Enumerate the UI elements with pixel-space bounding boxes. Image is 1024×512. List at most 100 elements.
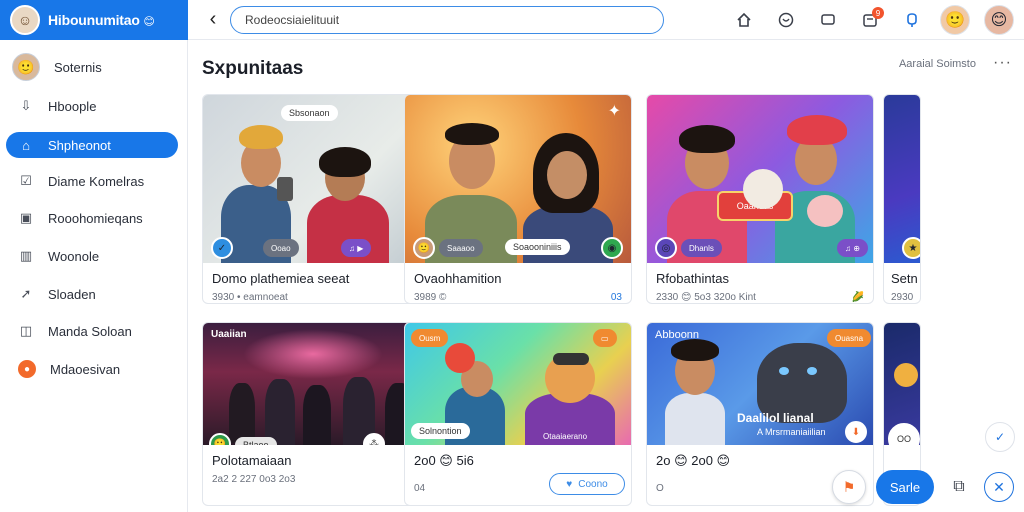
card-badge: OO: [888, 423, 920, 445]
sidebar-item-manda-soloan[interactable]: ◫ Manda Soloan: [6, 318, 178, 344]
profile-avatar[interactable]: 😊: [984, 5, 1014, 35]
user-avatar[interactable]: 🙂: [940, 5, 970, 35]
card-avatar: ★: [902, 237, 920, 259]
sidebar-item-label: Sloaden: [48, 286, 96, 302]
brand-title: Hibounumitao 😊: [48, 12, 155, 28]
card-bubble: Soaooniniiis: [505, 239, 570, 255]
card-tag: ♫ ▶: [341, 239, 372, 257]
card-thumbnail: Uaaiian ✕ 🙂 Btlaoo ⁂: [203, 323, 429, 445]
sort-label[interactable]: Aaraial Soimsto: [899, 58, 976, 70]
card-title: Domo plathemiea seeat: [212, 271, 350, 286]
back-arrow-icon[interactable]: ‹: [200, 7, 226, 33]
sidebar-item-shpheonot[interactable]: ⌂ Shpheonot: [6, 132, 178, 158]
card-overlay-title: Daalilol lianal: [737, 411, 814, 425]
card-title: Setn: [891, 271, 918, 286]
checkbox-icon: ☑: [20, 173, 32, 188]
content-card[interactable]: Uaaiian ✕ 🙂 Btlaoo ⁂ Polotamaiaan 2a2 2 …: [202, 322, 430, 506]
profile-icon: ◫: [19, 323, 33, 338]
sidebar-item-mdaoesivan[interactable]: ● Mdaoesivan: [6, 356, 178, 382]
search-input[interactable]: [245, 12, 663, 27]
more-options-icon[interactable]: ···: [993, 54, 1012, 72]
avatar: 🙂: [12, 53, 40, 81]
card-pill: Otaaiaerano: [535, 427, 596, 445]
save-button[interactable]: Sarle: [876, 470, 934, 504]
orange-circle-icon: ●: [18, 360, 36, 378]
notifications-icon[interactable]: 9: [856, 6, 884, 34]
rocket-icon: ➚: [20, 286, 32, 301]
content-card[interactable]: Oaahuas ◎ Dhanls ♫ ⊕ Rfobathintas 2330 😊…: [646, 94, 874, 304]
card-meta: 3989 ©: [414, 292, 447, 303]
notification-badge: 9: [872, 7, 884, 19]
image-icon: ▣: [19, 210, 33, 225]
content-card[interactable]: ★ Setn 2930: [883, 94, 921, 304]
content-card[interactable]: ✦ 🙂 Saaaoo Soaooniniiis ◉ Ovaohhamition …: [404, 94, 632, 304]
sidebar-item-label: Woonole: [48, 248, 100, 264]
floating-actions: ⚑ Sarle ⧉ ✕: [832, 470, 1014, 504]
sidebar-item-label: Manda Soloan: [48, 323, 132, 339]
heart-icon: ♥: [566, 478, 573, 490]
sidebar-item-diame-komelras[interactable]: ☑ Diame Komelras: [6, 168, 178, 194]
page-title: Sxpunitaas: [202, 58, 304, 79]
card-comments: 04: [414, 483, 426, 494]
card-comments: 03: [610, 292, 622, 303]
sidebar-item-sloaden[interactable]: ➚ Sloaden: [6, 281, 178, 307]
content-card[interactable]: Sbsonaon ✕ ✓ Ooao ♫ ▶ Domo plathemiea se…: [202, 94, 430, 304]
card-pill: Saaaoo: [439, 239, 483, 257]
top-icons: 9 🙂 😊: [730, 0, 1014, 40]
card-pill: Ooao: [263, 239, 299, 257]
bookmark-icon: ⇩: [20, 98, 32, 113]
sidebar: 🙂 Soternis ⇩ Hboople ⌂ Shpheonot ☑ Diame…: [0, 40, 188, 512]
card-tag: Ouasna: [827, 329, 872, 347]
card-download-icon[interactable]: ⬇: [845, 421, 867, 443]
sidebar-item-rooohomieqans[interactable]: ▣ Rooohomieqans: [6, 205, 178, 231]
heart-icon[interactable]: [772, 6, 800, 34]
card-comments: O: [656, 483, 664, 494]
card-thumbnail: ✦ 🙂 Saaaoo Soaooniniiis ◉: [405, 95, 631, 263]
check-icon[interactable]: ✓: [985, 422, 1015, 452]
close-icon[interactable]: ✦: [608, 101, 621, 121]
card-title: Ovaohhamition: [414, 271, 502, 286]
card-overlay-label: Uaaiian: [211, 329, 247, 340]
card-meta: 2o0 😊 5i6: [414, 453, 474, 468]
home-icon: ⌂: [22, 137, 30, 153]
card-tag-right: ▭: [593, 329, 617, 347]
card-avatar: ✓: [211, 237, 233, 259]
card-meta: 2a2 2 227 0o3 2o3: [212, 474, 296, 485]
sidebar-item-label: Hboople: [48, 98, 97, 114]
content-card[interactable]: Ousm ▭ Solnontion Otaaiaerano 2o0 😊 5i6 …: [404, 322, 632, 506]
card-title: Rfobathintas: [656, 271, 729, 286]
card-overlay-subtitle: A Mrsrmaniaiilian: [757, 427, 826, 437]
card-meta: 2o 😊 2o0 😊: [656, 453, 731, 468]
sidebar-item-label: Diame Komelras: [48, 173, 145, 189]
home-icon[interactable]: [730, 6, 758, 34]
card-action-label: Coono: [578, 478, 608, 490]
sidebar-item-woonole[interactable]: ▥ Woonole: [6, 243, 178, 269]
card-overlay-label: Abboonn: [655, 329, 700, 341]
card-tag: ♫ ⊕: [837, 239, 868, 257]
top-bar: ‹ 9 🙂 😊: [188, 0, 1024, 40]
card-thumbnail: ★: [884, 95, 920, 263]
sidebar-item-hboople[interactable]: ⇩ Hboople: [6, 93, 178, 119]
sidebar-item-soternis[interactable]: 🙂 Soternis: [6, 53, 178, 81]
card-thumbnail: Ousm ▭ Solnontion Otaaiaerano: [405, 323, 631, 445]
card-action-button[interactable]: ♥ Coono: [549, 473, 625, 495]
card-avatar: ◎: [655, 237, 677, 259]
card-thumbnail: Sbsonaon ✕ ✓ Ooao ♫ ▶: [203, 95, 429, 263]
copy-icon[interactable]: ⧉: [944, 472, 974, 502]
sidebar-item-label: Rooohomieqans: [48, 210, 143, 226]
card-bubble: Sbsonaon: [281, 105, 338, 121]
close-icon[interactable]: ✕: [984, 472, 1014, 502]
card-title: Polotamaiaan: [212, 453, 292, 468]
card-tag: Ousm: [411, 329, 449, 347]
card-avatar: 🙂: [413, 237, 435, 259]
flag-icon[interactable]: ⚑: [832, 470, 866, 504]
card-reaction: 🌽: [851, 292, 864, 303]
brand-bar[interactable]: ☺ Hibounumitao 😊: [0, 0, 188, 40]
share-icon[interactable]: [898, 6, 926, 34]
chat-icon[interactable]: [814, 6, 842, 34]
search-bar[interactable]: [230, 5, 664, 34]
brand-avatar: ☺: [10, 5, 40, 35]
card-pill: Dhanls: [681, 239, 722, 257]
card-play-icon[interactable]: ◉: [601, 237, 623, 259]
card-thumbnail: Abboonn Ouasna Daalilol lianal A Mrsrman…: [647, 323, 873, 445]
